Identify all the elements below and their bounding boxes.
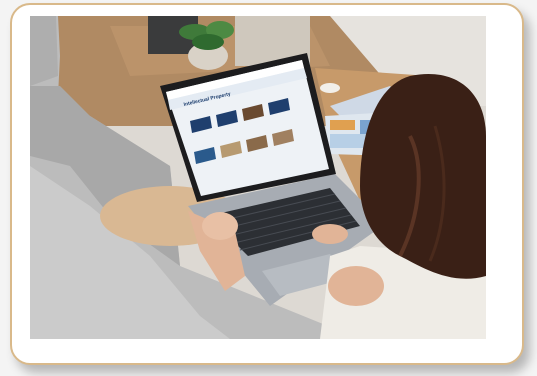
- round-object: [320, 83, 340, 93]
- shoulder: [328, 266, 384, 306]
- right-hand: [312, 224, 348, 244]
- photo-scene: Intellectual Property: [30, 16, 486, 339]
- left-hand: [202, 212, 238, 240]
- pillow: [30, 16, 58, 86]
- photo: Intellectual Property: [30, 16, 486, 339]
